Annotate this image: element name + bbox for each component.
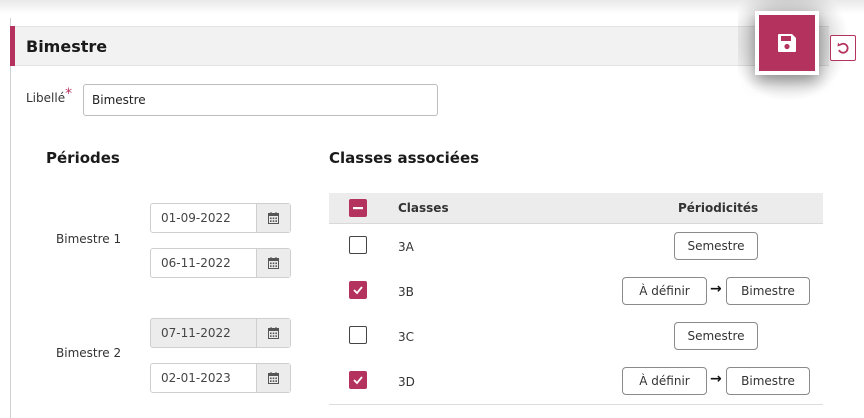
row-checkbox[interactable] (349, 281, 367, 299)
arrow-right-icon: → (710, 371, 722, 387)
class-name: 3D (398, 375, 415, 389)
calendar-icon (268, 257, 279, 269)
check-icon (353, 286, 363, 295)
period-end-date[interactable]: 06-11-2022 (150, 248, 291, 278)
table-row: 3A Semestre (329, 224, 823, 270)
date-value: 02-01-2023 (161, 371, 231, 385)
periodicite-button[interactable]: À définir (622, 277, 707, 305)
periodicite-button[interactable]: Bimestre (726, 367, 810, 395)
calendar-button[interactable] (256, 249, 290, 277)
select-all-checkbox[interactable] (349, 199, 367, 217)
arrow-right-icon: → (710, 281, 722, 297)
periodes-title: Périodes (46, 149, 120, 167)
class-name: 3C (398, 330, 415, 344)
classes-table-header: Classes Périodicités (329, 193, 823, 224)
row-checkbox[interactable] (349, 326, 367, 344)
period-label: Bimestre 2 (56, 346, 122, 360)
period-label: Bimestre 1 (56, 232, 122, 246)
row-checkbox[interactable] (349, 236, 367, 254)
panel-accent-bar (10, 26, 15, 66)
classes-title: Classes associées (329, 149, 480, 167)
header-periodicites: Périodicités (678, 201, 759, 215)
floppy-disk-icon (778, 34, 796, 52)
table-row: 3C Semestre (329, 314, 823, 360)
periodicite-button[interactable]: À définir (622, 367, 707, 395)
periodicite-button[interactable]: Semestre (674, 322, 758, 350)
calendar-button (256, 319, 290, 347)
page-top-shadow (0, 0, 864, 14)
table-row: 3D À définir → Bimestre (329, 359, 823, 405)
libelle-input[interactable] (83, 84, 438, 116)
panel-title: Bimestre (26, 37, 108, 56)
header-classes: Classes (398, 201, 449, 215)
calendar-icon (268, 212, 279, 224)
save-button[interactable] (755, 11, 819, 75)
date-value: 01-09-2022 (161, 211, 231, 225)
undo-icon (837, 42, 849, 54)
class-name: 3B (398, 285, 414, 299)
periodicite-button[interactable]: Semestre (674, 232, 758, 260)
reset-button[interactable] (830, 35, 856, 61)
periodicite-button[interactable]: Bimestre (726, 277, 810, 305)
row-checkbox[interactable] (349, 371, 367, 389)
date-value: 07-11-2022 (161, 326, 231, 340)
libelle-label-text: Libellé (26, 91, 66, 105)
minus-icon (353, 207, 363, 210)
calendar-button[interactable] (256, 364, 290, 392)
calendar-button[interactable] (256, 204, 290, 232)
period-start-date[interactable]: 01-09-2022 (150, 203, 291, 233)
date-value: 06-11-2022 (161, 256, 231, 270)
required-mark: * (65, 86, 73, 102)
libelle-label: Libellé* (26, 86, 72, 106)
panel-header (11, 26, 829, 66)
class-name: 3A (398, 240, 414, 254)
period-start-date: 07-11-2022 (150, 318, 291, 348)
check-icon (353, 376, 363, 385)
period-end-date[interactable]: 02-01-2023 (150, 363, 291, 393)
table-row: 3B À définir → Bimestre (329, 269, 823, 315)
calendar-icon (268, 327, 279, 339)
calendar-icon (268, 372, 279, 384)
